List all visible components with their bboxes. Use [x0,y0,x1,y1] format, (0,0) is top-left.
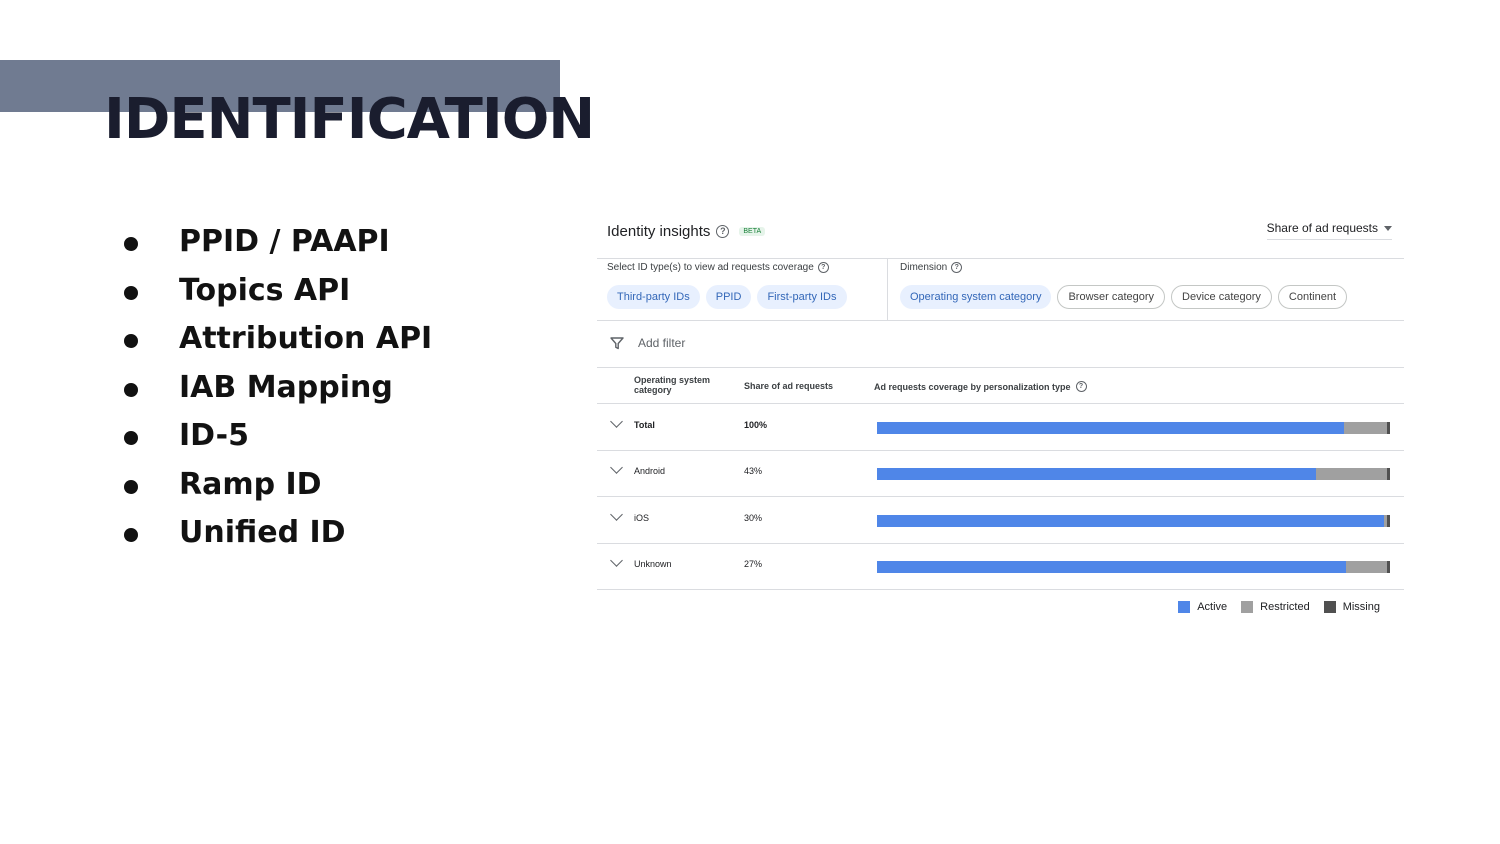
legend-item-restricted: Restricted [1241,601,1310,613]
identity-insights-panel: Identity insights ? BETA Share of ad req… [597,215,1404,625]
bar-segment-restricted [1315,468,1388,481]
bullet-item: IAB Mapping [124,364,432,413]
add-filter-button[interactable]: Add filter [610,336,685,350]
beta-badge: BETA [739,227,766,236]
bar-segment-active [877,560,1347,573]
id-type-label-text: Select ID type(s) to view ad requests co… [607,262,814,273]
chip-device-category[interactable]: Device category [1171,285,1272,309]
legend-item-active: Active [1178,601,1227,613]
chip-ppid[interactable]: PPID [705,285,752,309]
expand-chevron-icon[interactable] [610,415,623,428]
bullet-item: Topics API [124,267,432,316]
chip-third-party-ids[interactable]: Third-party IDs [607,285,700,309]
bullet-dot-icon [124,382,138,397]
col-header-category[interactable]: Operating system category [634,375,724,395]
table-row: Android 43% [597,450,1404,498]
table-row: Total 100% [597,404,1404,451]
bar-segment-active [877,422,1344,434]
help-icon[interactable]: ? [716,225,730,238]
bullet-dot-icon [124,479,138,494]
coverage-bar [877,422,1390,434]
divider [597,320,1404,321]
dimension-label-text: Dimension [900,262,948,273]
chip-browser-category[interactable]: Browser category [1057,285,1166,309]
col-header-share[interactable]: Share of ad requests [744,381,833,391]
bar-segment-missing [1386,514,1390,527]
chip-continent[interactable]: Continent [1277,285,1348,309]
row-category: iOS [634,512,650,523]
row-category: Unknown [634,558,672,569]
divider [597,367,1404,368]
add-filter-label: Add filter [638,336,686,350]
bullet-item: Ramp ID [124,461,432,510]
bullet-dot-icon [124,237,138,251]
metric-dropdown[interactable]: Share of ad requests [1266,221,1392,240]
row-share: 30% [744,512,763,523]
bullet-dot-icon [124,334,138,348]
help-icon[interactable]: ? [817,262,829,273]
legend-swatch [1241,601,1254,613]
expand-chevron-icon[interactable] [610,507,623,521]
chip-operating-system-category[interactable]: Operating system category [900,285,1052,309]
metric-dropdown-label: Share of ad requests [1266,221,1378,235]
help-icon[interactable]: ? [951,262,963,273]
id-type-chips: Third-party IDs PPID First-party IDs [607,285,847,309]
row-category: Total [634,420,655,430]
expand-chevron-icon[interactable] [610,554,623,567]
bar-segment-restricted [1343,422,1388,434]
legend-label: Active [1197,601,1228,613]
bullet-item: ID-5 [124,412,432,461]
coverage-bar [877,468,1390,481]
bullet-dot-icon [124,528,138,542]
dimension-chips: Operating system category Browser catego… [900,285,1348,309]
bar-segment-missing [1387,560,1390,573]
legend-label: Restricted [1260,601,1310,613]
bullet-dot-icon [124,431,138,445]
dropdown-caret-icon [1384,225,1392,231]
col-header-coverage-label: Ad requests coverage by personalization … [874,381,1071,392]
panel-title: Identity insights [607,223,711,240]
bullet-item: Unified ID [124,509,432,558]
chip-first-party-ids[interactable]: First-party IDs [757,285,847,309]
divider [887,258,888,320]
bar-segment-missing [1387,468,1390,481]
legend-item-missing: Missing [1323,601,1380,613]
row-share: 43% [744,466,763,477]
bar-segment-restricted [1346,560,1388,573]
bar-segment-active [877,514,1384,527]
legend-swatch [1323,601,1336,613]
chart-legend: Active Restricted Missing [1178,601,1380,613]
row-share: 27% [744,558,763,569]
coverage-bar [877,514,1390,527]
coverage-bar [877,560,1390,573]
divider [597,258,1404,259]
expand-chevron-icon[interactable] [610,461,623,475]
bar-segment-active [877,468,1316,481]
filter-icon [610,337,624,350]
row-category: Android [634,466,666,477]
legend-label: Missing [1342,601,1380,613]
bullet-item: Attribution API [124,315,432,364]
table-row: iOS 30% [597,497,1404,544]
col-header-coverage[interactable]: Ad requests coverage by personalization … [874,381,1087,392]
row-share: 100% [744,420,768,430]
id-type-label: Select ID type(s) to view ad requests co… [607,262,829,273]
bullet-dot-icon [124,285,138,300]
bullet-list: PPID / PAAPI Topics API Attribution API … [124,218,432,558]
bar-segment-missing [1387,422,1390,434]
slide-title: IDENTIFICATION [104,87,595,152]
divider [597,588,1404,590]
table-row: Unknown 27% [597,543,1404,590]
bullet-item: PPID / PAAPI [124,218,432,267]
panel-header: Identity insights ? BETA [607,223,766,240]
dimension-label: Dimension ? [900,262,963,273]
legend-swatch [1178,601,1191,613]
help-icon[interactable]: ? [1075,381,1087,392]
